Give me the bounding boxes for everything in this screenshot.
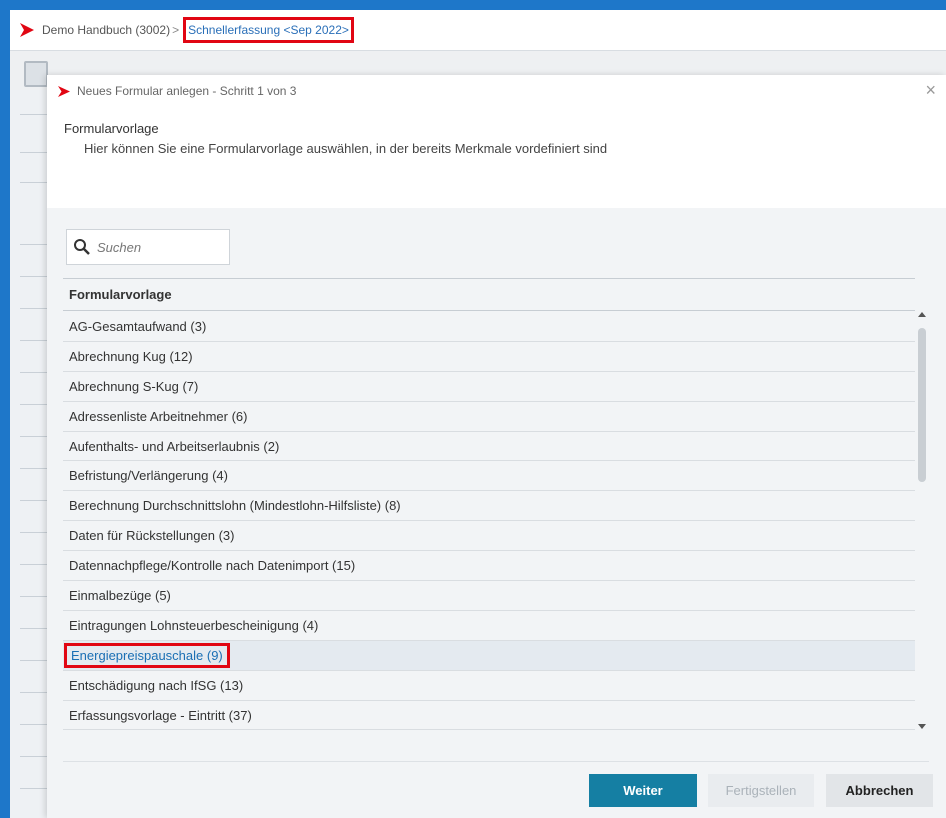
finish-button[interactable]: Fertigstellen: [708, 774, 814, 807]
scroll-down-icon[interactable]: [918, 724, 926, 729]
list-item-label: Aufenthalts- und Arbeitserlaubnis (2): [69, 438, 280, 454]
list-item[interactable]: AG-Gesamtaufwand (3): [63, 312, 915, 342]
new-form-dialog: Neues Formular anlegen - Schritt 1 von 3…: [47, 75, 946, 818]
close-icon[interactable]: ×: [925, 81, 936, 99]
step-description: Hier können Sie eine Formularvorlage aus…: [84, 141, 608, 156]
list-item[interactable]: Daten für Rückstellungen (3): [63, 521, 915, 552]
list-item-label: Energiepreispauschale (9): [64, 642, 230, 668]
app-titlebar: Demo Handbuch (3002) > Schnellerfassung …: [10, 10, 946, 50]
brand-chevron-icon: [58, 85, 70, 97]
list-column-header[interactable]: Formularvorlage: [63, 278, 915, 311]
list-item-label: Abrechnung S-Kug (7): [69, 378, 199, 394]
template-list-rows: AG-Gesamtaufwand (3) Abrechnung Kug (12) A…: [63, 312, 915, 736]
list-item[interactable]: Erfassungsvorlage - Eintritt (37): [63, 701, 915, 731]
next-button[interactable]: Weiter: [589, 774, 697, 807]
dialog-body: Formularvorlage AG-Gesamtaufwand (3) Abre…: [47, 208, 946, 818]
list-item-label: AG-Gesamtaufwand (3): [69, 318, 207, 334]
search-input[interactable]: [95, 238, 219, 256]
background-sidebar: [10, 90, 48, 818]
list-item[interactable]: Entschädigung nach IfSG (13): [63, 671, 915, 701]
breadcrumb-separator: >: [172, 23, 180, 37]
search-box[interactable]: [66, 229, 230, 265]
list-item[interactable]: Aufenthalts- und Arbeitserlaubnis (2): [63, 432, 915, 462]
cancel-button[interactable]: Abbrechen: [826, 774, 933, 807]
list-item[interactable]: Energiepreispauschale (9): [63, 640, 915, 671]
list-item-label: Erfassungsvorlage - Eintritt (37): [69, 707, 252, 723]
search-icon: [74, 239, 90, 255]
list-item[interactable]: Berechnung Durchschnittslohn (Mindestloh…: [63, 491, 915, 522]
breadcrumb-root[interactable]: Demo Handbuch (3002): [42, 23, 170, 37]
list-item-label: Eintragungen Lohnsteuerbescheinigung (4): [69, 617, 319, 633]
list-item-label: Abrechnung Kug (12): [69, 348, 193, 364]
list-scrollbar[interactable]: [915, 312, 929, 736]
list-item[interactable]: Abrechnung S-Kug (7): [63, 372, 915, 402]
list-item[interactable]: Datennachpflege/Kontrolle nach Datenimpo…: [63, 551, 915, 582]
list-item[interactable]: Adressenliste Arbeitnehmer (6): [63, 402, 915, 432]
dialog-header: Neues Formular anlegen - Schritt 1 von 3…: [47, 75, 946, 208]
template-list: Formularvorlage AG-Gesamtaufwand (3) Abre…: [63, 278, 915, 736]
step-title: Formularvorlage: [64, 121, 159, 136]
scroll-up-icon[interactable]: [918, 312, 926, 317]
footer-divider: [63, 761, 929, 762]
list-item-label: Entschädigung nach IfSG (13): [69, 677, 244, 693]
list-item[interactable]: Abrechnung Kug (12): [63, 342, 915, 372]
app-frame-left: [0, 0, 10, 818]
list-item-label: Einmalbezüge (5): [69, 587, 171, 603]
list-item-label: Befristung/Verlängerung (4): [69, 468, 228, 484]
list-item-label: Adressenliste Arbeitnehmer (6): [69, 408, 248, 424]
brand-chevron-icon: [20, 23, 34, 37]
scroll-thumb[interactable]: [918, 328, 926, 482]
app-frame-top: [0, 0, 946, 10]
new-document-icon[interactable]: [24, 61, 48, 87]
list-item-label: Datennachpflege/Kontrolle nach Datenimpo…: [69, 558, 356, 574]
dialog-title: Neues Formular anlegen - Schritt 1 von 3: [77, 84, 297, 98]
list-item[interactable]: Einmalbezüge (5): [63, 581, 915, 611]
list-item-label: Berechnung Durchschnittslohn (Mindestloh…: [69, 498, 401, 514]
list-item[interactable]: Befristung/Verlängerung (4): [63, 461, 915, 492]
dialog-title-bar: Neues Formular anlegen - Schritt 1 von 3: [57, 84, 296, 98]
list-item-label: Daten für Rückstellungen (3): [69, 528, 235, 544]
breadcrumb-active[interactable]: Schnellerfassung <Sep 2022>: [183, 17, 354, 43]
list-item[interactable]: Eintragungen Lohnsteuerbescheinigung (4): [63, 611, 915, 641]
